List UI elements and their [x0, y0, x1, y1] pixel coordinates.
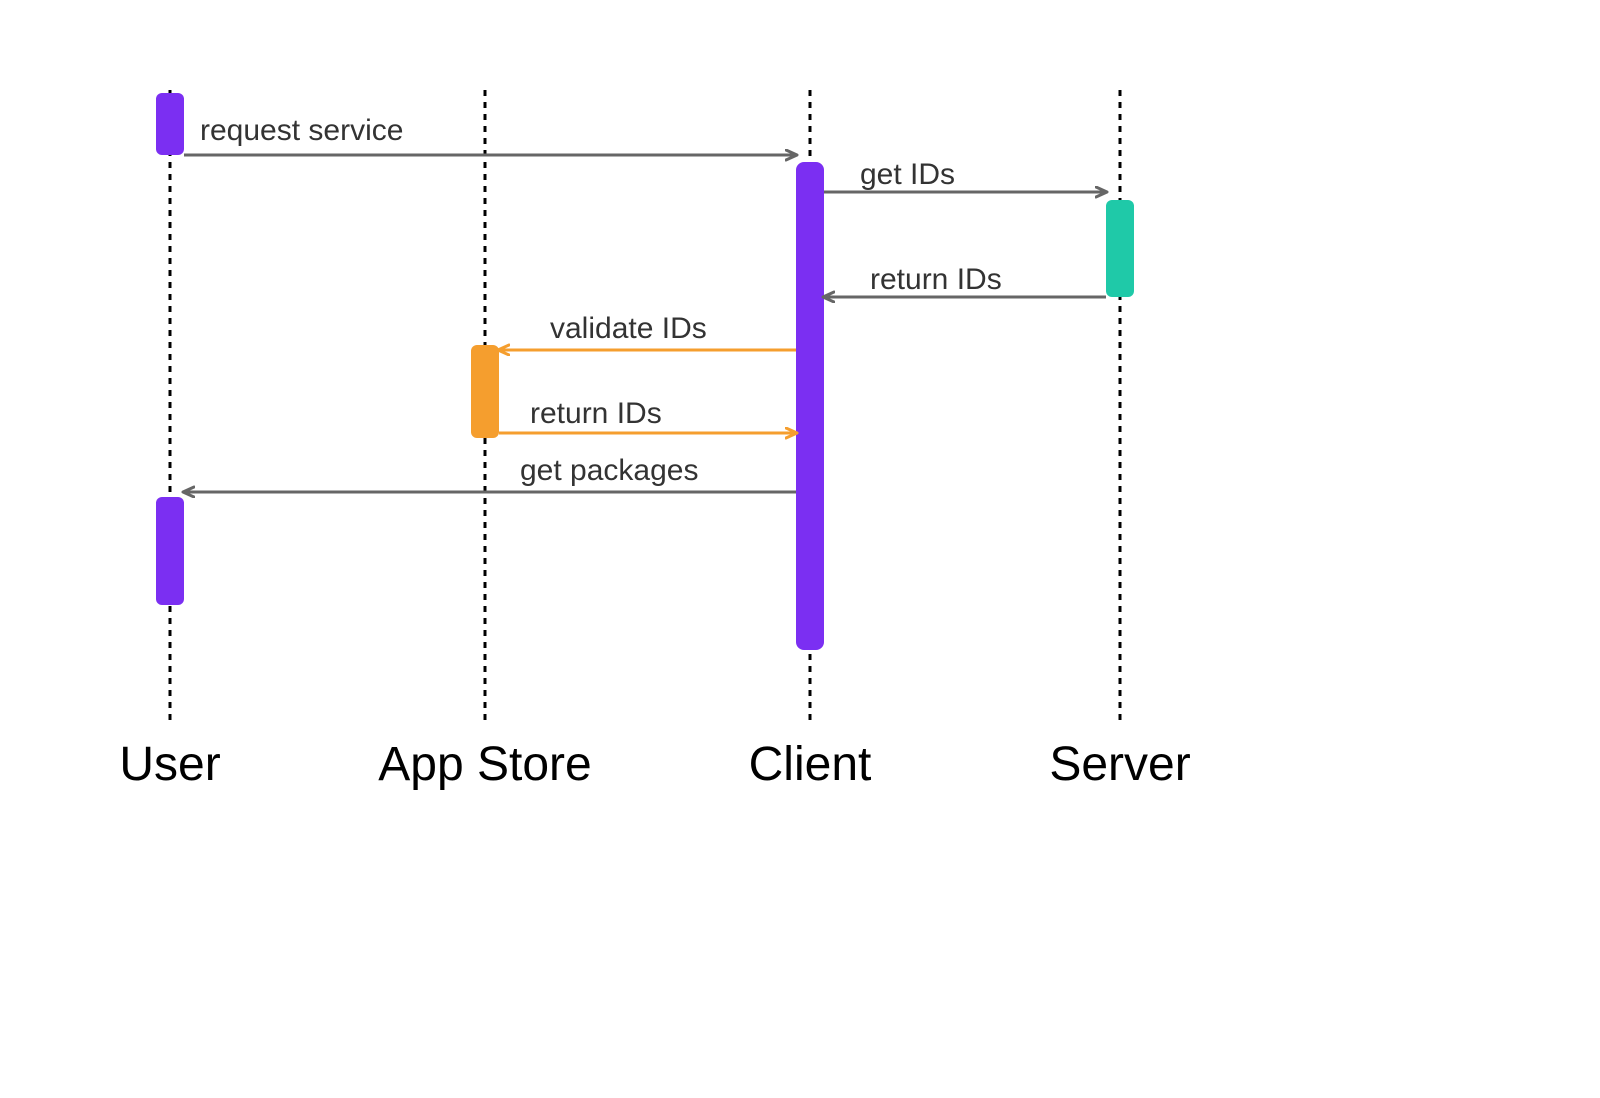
- activation-server: [1106, 200, 1134, 297]
- message-label: return IDs: [530, 397, 662, 430]
- participant-label-appstore: App Store: [378, 738, 591, 791]
- sequence-diagram: request service get IDs return IDs valid…: [0, 0, 1600, 1098]
- message-get-packages: get packages: [184, 454, 796, 492]
- activation-client: [796, 162, 824, 650]
- message-validate-ids: validate IDs: [499, 312, 796, 350]
- message-label: request service: [200, 114, 403, 147]
- message-label: get packages: [520, 454, 698, 487]
- message-label: return IDs: [870, 263, 1002, 296]
- message-return-ids-server: return IDs: [824, 263, 1106, 297]
- message-return-ids-appstore: return IDs: [499, 397, 796, 433]
- message-request-service: request service: [184, 114, 796, 155]
- activation-user-1: [156, 93, 184, 155]
- message-label: validate IDs: [550, 312, 707, 345]
- message-label: get IDs: [860, 158, 955, 191]
- participant-label-user: User: [119, 738, 220, 791]
- participant-label-server: Server: [1049, 738, 1190, 791]
- activation-user-2: [156, 497, 184, 605]
- activation-appstore: [471, 345, 499, 438]
- participant-label-client: Client: [749, 738, 872, 791]
- message-get-ids: get IDs: [824, 158, 1106, 192]
